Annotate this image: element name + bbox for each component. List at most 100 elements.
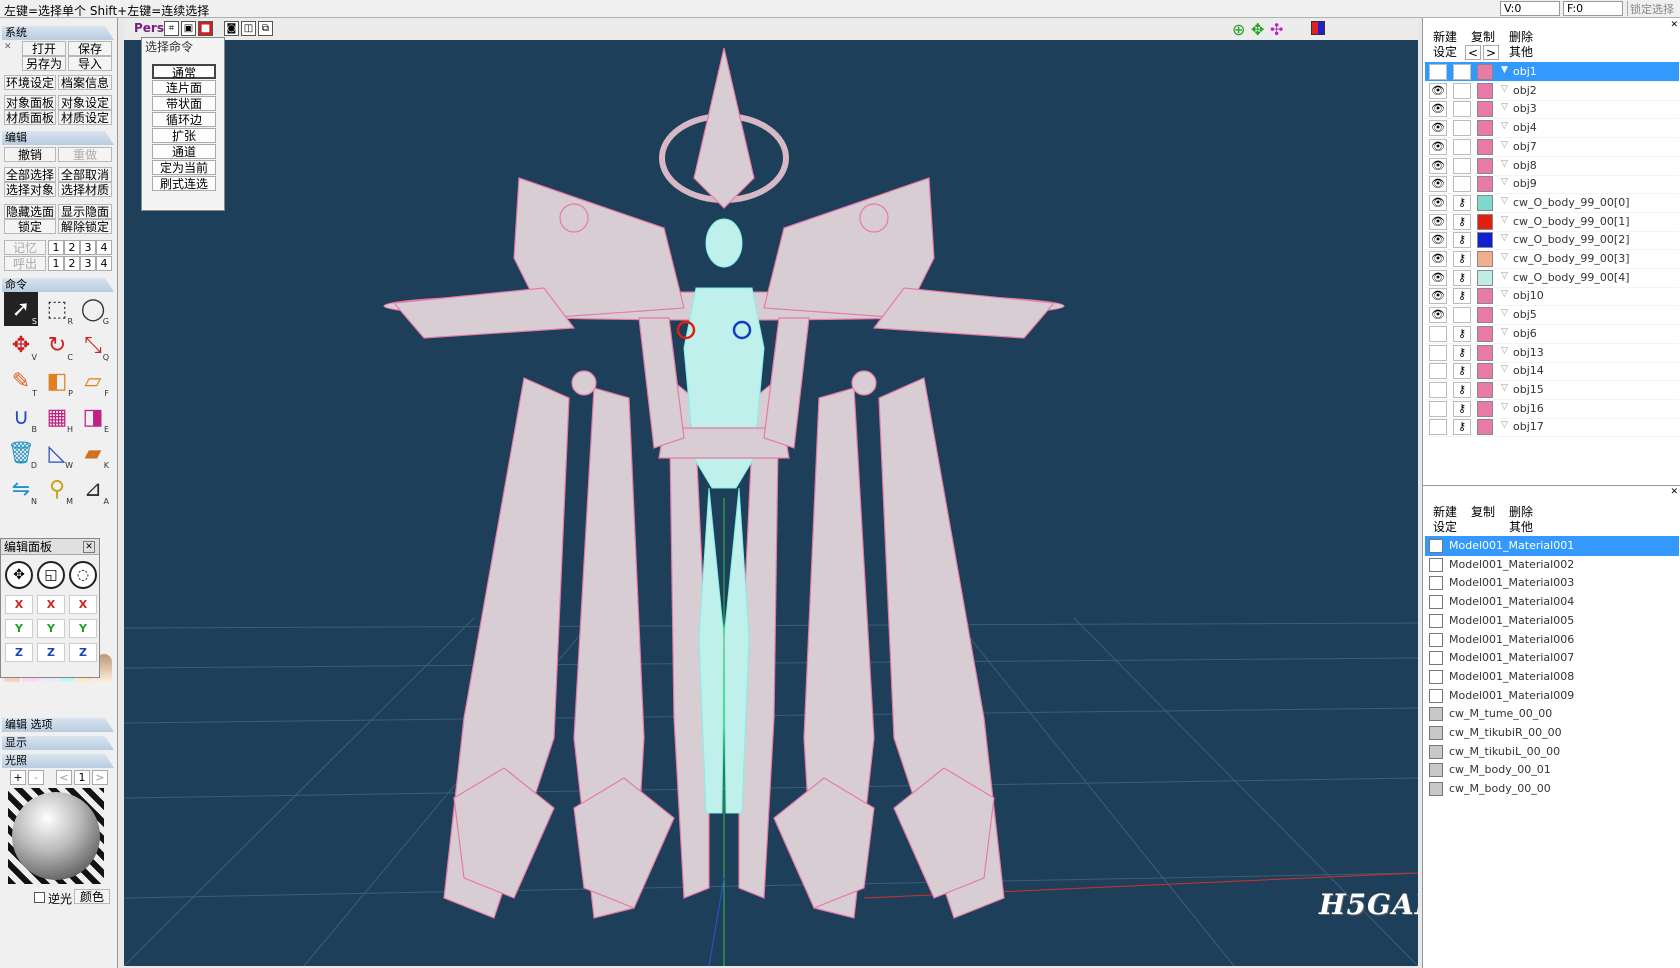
memory-slot-2[interactable]: 2 [64,240,80,255]
lock-toggle-icon[interactable]: ⚷ [1453,269,1471,286]
material-swatch[interactable] [1429,576,1443,591]
material-row[interactable]: cw_M_body_00_00 [1425,779,1679,799]
memory-slot-4[interactable]: 4 [96,240,112,255]
lock-toggle-icon[interactable] [1453,307,1471,324]
object-color-swatch[interactable] [1477,194,1493,211]
expand-triangle-icon[interactable]: ▽ [1501,402,1508,412]
material-swatch[interactable] [1429,688,1443,703]
object-row[interactable]: ⚷ ▽ obj15 [1425,380,1679,400]
material-swatch[interactable] [1429,595,1443,610]
material-row[interactable]: cw_M_body_00_01 [1425,760,1679,780]
material-new-button[interactable]: 新建 [1429,505,1461,520]
solid-view-icon[interactable]: ▣ [181,21,196,36]
object-color-swatch[interactable] [1477,138,1493,155]
save-button[interactable]: 保存 [68,41,112,56]
visibility-toggle-icon[interactable]: 👁 [1429,120,1447,137]
plane-icon[interactable]: ▱ F [76,364,110,399]
lock-toggle-icon[interactable]: ⚷ [1453,251,1471,267]
object-row[interactable]: 👁 ⚷ ▽ cw_O_body_99_00[0] [1425,193,1679,213]
lock-toggle-icon[interactable] [1453,82,1471,99]
object-copy-button[interactable]: 复制 [1467,30,1499,45]
visibility-toggle-icon[interactable]: 👁 [1429,138,1447,155]
object-color-swatch[interactable] [1477,381,1493,398]
material-swatch[interactable] [1429,613,1443,628]
import-button[interactable]: 导入 [68,56,112,71]
mirror-icon[interactable]: ⇋ N [4,472,38,507]
save-as-button[interactable]: 另存为 [22,56,66,71]
object-color-swatch[interactable] [1477,419,1493,436]
close-icon[interactable]: ✕ [1670,487,1678,497]
visibility-toggle-icon[interactable]: 👁 [1429,213,1447,230]
scale-mode-icon[interactable]: ◱ [37,561,65,589]
material-other-button[interactable]: 其他 [1505,520,1537,535]
lock-toggle-icon[interactable]: ⚷ [1453,194,1471,211]
lock-toggle-icon[interactable] [1453,138,1471,155]
close-icon[interactable]: ✕ [83,541,95,553]
material-row[interactable]: Model001_Material005 [1425,611,1679,631]
visibility-toggle-icon[interactable] [1429,381,1447,398]
expand-triangle-icon[interactable]: ▽ [1501,140,1508,150]
expand-triangle-icon[interactable]: ▽ [1501,252,1508,262]
scale-z-toggle[interactable]: Z [37,643,65,662]
light-add-button[interactable]: + [10,770,26,785]
object-row[interactable]: ⚷ ▽ obj16 [1425,399,1679,419]
lock-toggle-icon[interactable]: ⚷ [1453,381,1471,398]
expand-triangle-icon[interactable]: ▽ [1501,271,1508,281]
object-row[interactable]: 👁 ▽ obj4 [1425,118,1679,139]
visibility-toggle-icon[interactable]: 👁 [1429,269,1447,286]
measure-icon[interactable]: ⊿ A [76,472,110,507]
object-panel-button[interactable]: 对象面板 [4,95,56,110]
object-row[interactable]: 👁 ⚷ ▽ cw_O_body_99_00[4] [1425,268,1679,288]
trash-icon[interactable]: 🗑 D [4,436,38,471]
visibility-toggle-icon[interactable] [1429,325,1447,342]
recall-slot-3[interactable]: 3 [80,256,96,271]
visibility-toggle-icon[interactable]: 👁 [1429,232,1447,249]
material-row[interactable]: Model001_Material006 [1425,630,1679,650]
rotate-x-toggle[interactable]: X [69,595,97,614]
object-color-swatch[interactable] [1477,120,1493,137]
object-row[interactable]: ⚷ ▽ obj17 [1425,417,1679,438]
select-channel-button[interactable]: 通道 [152,144,216,159]
paint-icon[interactable]: ✎ T [4,364,38,399]
move-icon[interactable]: ✥ V [4,328,38,363]
object-color-swatch[interactable] [1477,400,1493,417]
lock-toggle-icon[interactable] [1453,120,1471,137]
expand-triangle-icon[interactable]: ▽ [1501,215,1508,225]
memory-slot-1[interactable]: 1 [48,240,64,255]
hide-faces-button[interactable]: 隐藏选面 [4,204,56,219]
visibility-toggle-icon[interactable]: 👁 [1429,307,1447,324]
material-copy-button[interactable]: 复制 [1467,505,1499,520]
visibility-toggle-icon[interactable] [1429,64,1447,80]
object-row[interactable]: 👁 ⚷ ▽ cw_O_body_99_00[2] [1425,230,1679,251]
wand-icon[interactable]: ⚲ M [40,472,74,507]
object-row[interactable]: ⚷ ▽ obj14 [1425,361,1679,382]
visibility-toggle-icon[interactable]: 👁 [1429,157,1447,174]
palette-icon[interactable] [1311,21,1325,35]
visibility-toggle-icon[interactable]: 👁 [1429,82,1447,99]
expand-triangle-icon[interactable]: ▽ [1501,289,1508,299]
visibility-toggle-icon[interactable] [1429,400,1447,417]
material-row[interactable]: cw_M_tikubiR_00_00 [1425,723,1679,743]
lock-toggle-icon[interactable] [1453,157,1471,174]
move-y-toggle[interactable]: Y [5,619,33,638]
expand-triangle-icon[interactable]: ▽ [1501,159,1508,169]
material-row[interactable]: Model001_Material009 [1425,686,1679,706]
material-row[interactable]: Model001_Material003 [1425,573,1679,593]
light-color-button[interactable]: 颜色 [74,889,110,904]
select-expand-button[interactable]: 扩张 [152,128,216,143]
lock-toggle-icon[interactable]: ⚷ [1453,400,1471,417]
pan-icon[interactable]: ✥ [1251,20,1264,39]
object-new-button[interactable]: 新建 [1429,30,1461,45]
camera-icon[interactable]: ◙ [224,21,239,36]
zoom-icon[interactable]: ⊕ [1232,20,1245,39]
object-next-button[interactable]: > [1483,45,1499,60]
rotate-icon[interactable]: ↻ C [40,328,74,363]
select-all-button[interactable]: 全部选择 [4,167,56,182]
lock-toggle-icon[interactable]: ⚷ [1453,363,1471,380]
lock-selection-button[interactable]: 锁定选择 [1627,1,1679,16]
orbit-icon[interactable]: ✣ [1270,20,1283,39]
scale-x-toggle[interactable]: X [37,595,65,614]
object-prev-button[interactable]: < [1465,45,1481,60]
brush-select-button[interactable]: 刷式连选 [152,176,216,191]
material-panel-button[interactable]: 材质面板 [4,110,56,125]
